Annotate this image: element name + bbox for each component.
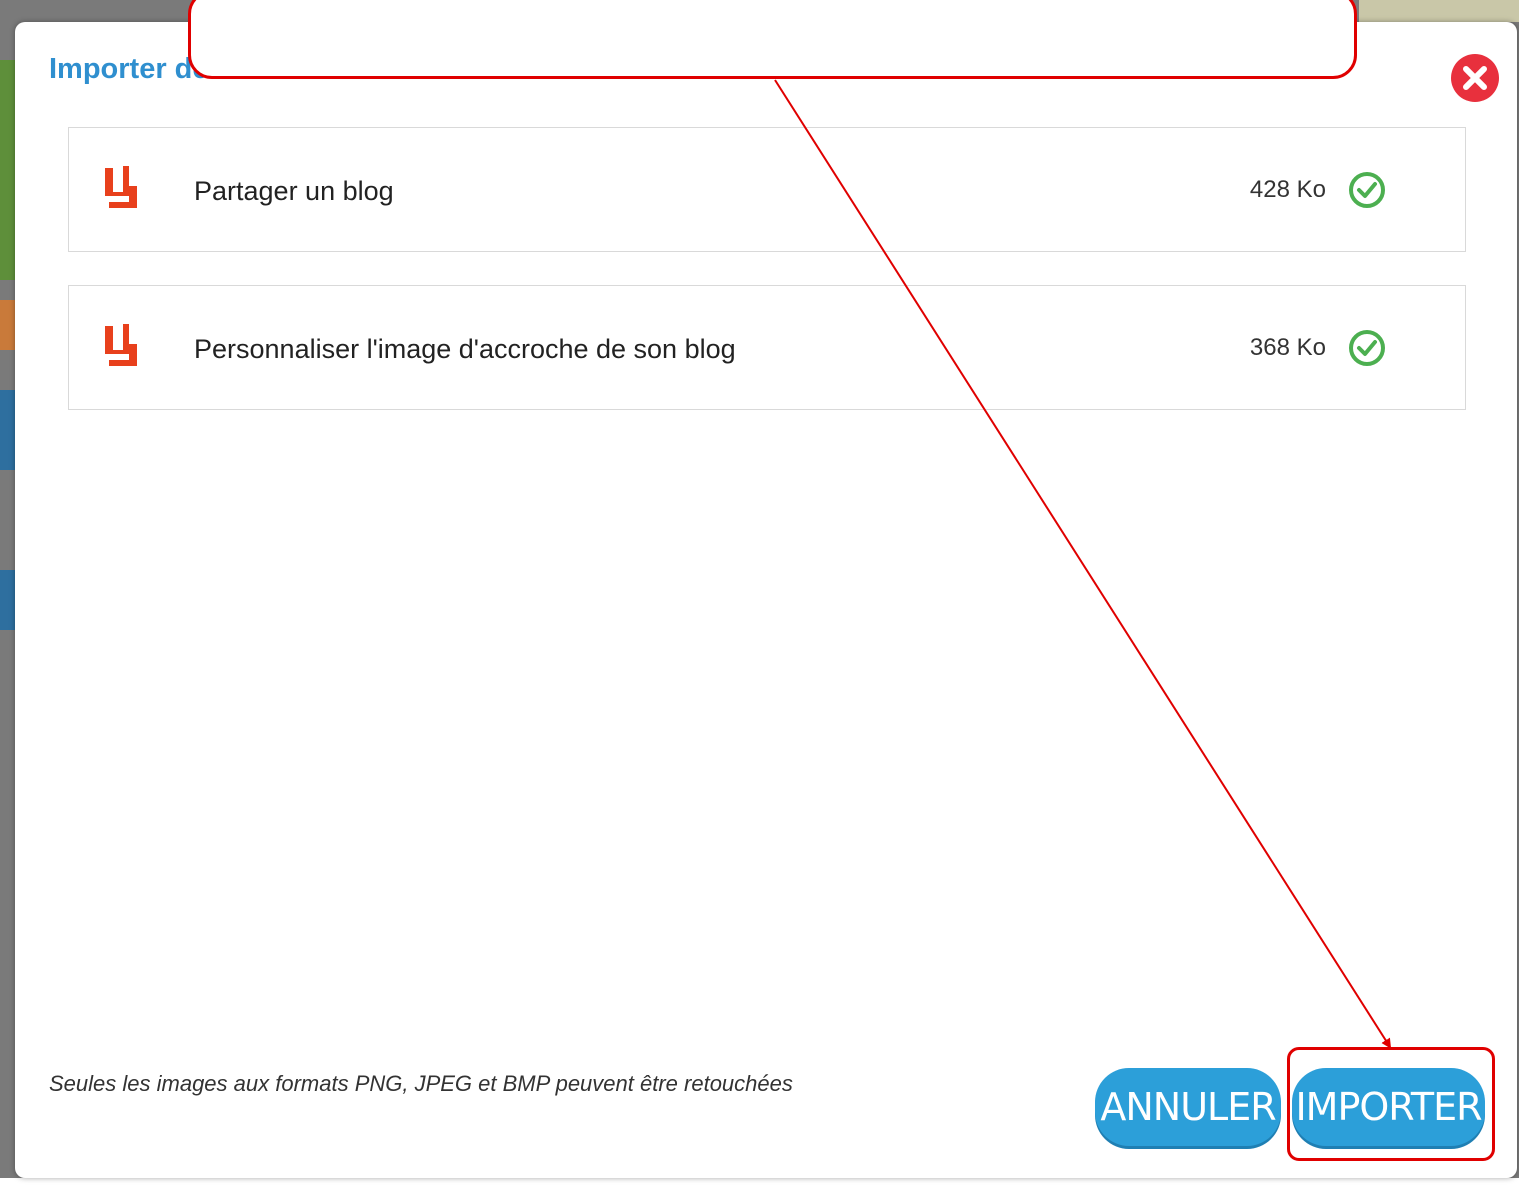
annotation-arrow <box>774 79 1392 1049</box>
